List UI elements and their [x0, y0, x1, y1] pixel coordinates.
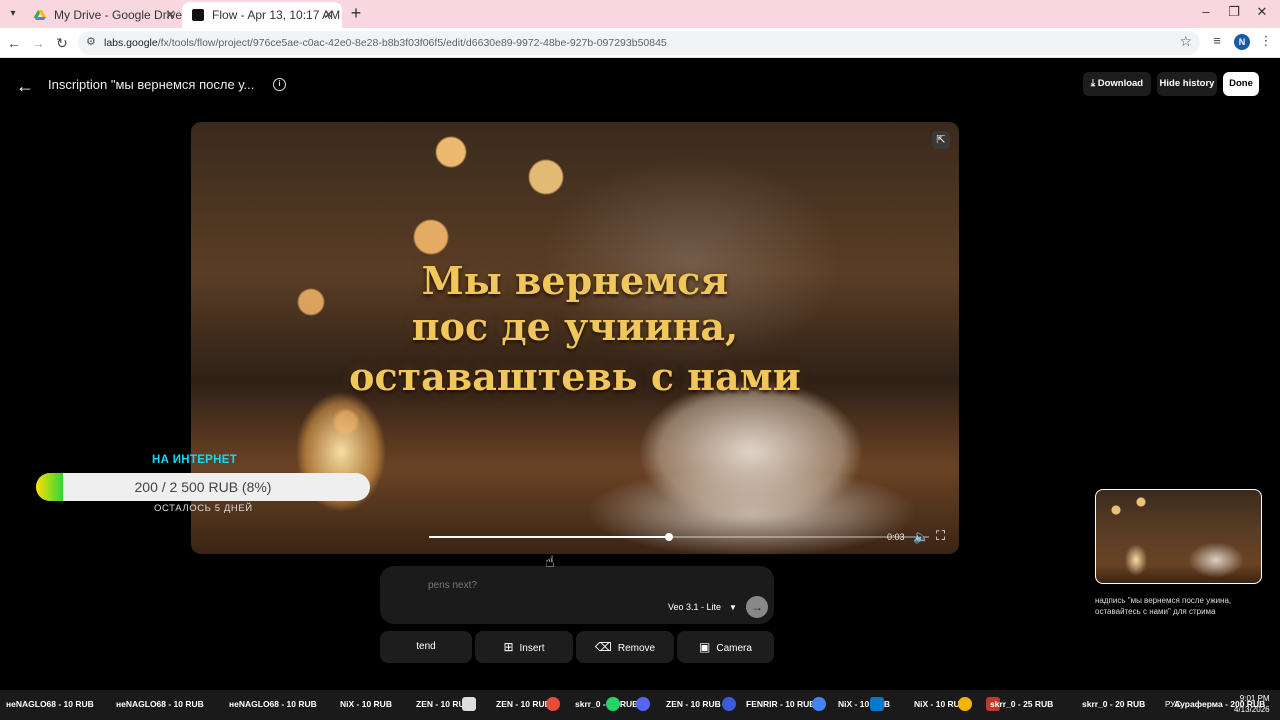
chevron-down-icon: ▼	[729, 603, 737, 612]
whatsapp-icon[interactable]	[606, 697, 620, 711]
video-time: 0:03	[887, 532, 905, 542]
discord-icon[interactable]	[636, 697, 650, 711]
restore-icon[interactable]: ❐	[1224, 4, 1244, 20]
tab-google-drive[interactable]: My Drive - Google Drive ✕	[24, 2, 184, 28]
info-icon[interactable]: i	[273, 78, 286, 91]
taskbar-donation-label: skrr_0 - 25 RUB	[990, 699, 1054, 709]
browser-toolbar: ← → ↻ ⚙ labs.google/fx/tools/flow/projec…	[0, 28, 1280, 58]
model-select[interactable]: Veo 3.1 - Lite ▼	[668, 602, 737, 612]
taskbar-donation-label: skrr_0 - 20 RUB	[1082, 699, 1146, 709]
hide-history-button[interactable]: Hide history	[1157, 72, 1217, 96]
taskbar-donation-label: NiX - 10 RUB	[340, 699, 392, 709]
chrome-icon[interactable]	[958, 697, 972, 711]
donation-goal-text: 200 / 2 500 RUB (8%)	[134, 479, 272, 495]
close-tab-icon[interactable]: ✕	[165, 2, 176, 28]
forward-icon[interactable]: →	[28, 33, 48, 53]
history-thumbnail[interactable]	[1095, 489, 1262, 584]
done-button[interactable]: Done	[1223, 72, 1259, 96]
donation-heading: НА ИНТЕРНЕТ	[152, 454, 238, 466]
history-caption: надпись "мы вернемся после ужина, остава…	[1095, 596, 1232, 616]
browser-tab-strip: ▾ My Drive - Google Drive ✕ Flow - Apr 1…	[0, 0, 1280, 28]
donation-goal-bar: 200 / 2 500 RUB (8%)	[36, 473, 370, 501]
back-icon[interactable]: ←	[4, 33, 24, 53]
chrome-icon[interactable]	[812, 697, 826, 711]
tab-title: My Drive - Google Drive	[54, 8, 183, 22]
webcam-feed	[0, 478, 430, 720]
tab-flow[interactable]: Flow - Apr 13, 10:17 AM ✕	[182, 2, 342, 28]
prompt-box[interactable]: pens next? Veo 3.1 - Lite ▼ →	[380, 566, 774, 624]
minimize-icon[interactable]: –	[1196, 4, 1216, 19]
vscode-icon[interactable]	[870, 697, 884, 711]
camera-button[interactable]: ▣ Camera	[677, 631, 774, 663]
volume-icon[interactable]: 🔈	[913, 529, 929, 545]
flow-icon	[192, 9, 204, 21]
taskbar-donation-label: FENRIR - 10 RUB	[746, 699, 816, 709]
taskbar-donation-label: ZEN - 10 RUB	[496, 699, 551, 709]
taskbar-donation-label: неNAGLO68 - 10 RUB	[6, 699, 94, 709]
chrome-icon[interactable]	[546, 697, 560, 711]
tab-title: Flow - Apr 13, 10:17 AM	[212, 8, 341, 22]
close-window-icon[interactable]: ✕	[1252, 4, 1272, 20]
video-progress-fill	[429, 536, 669, 538]
close-tab-icon[interactable]: ✕	[323, 2, 334, 28]
avatar[interactable]: N	[1234, 34, 1250, 50]
system-clock[interactable]: 9:01 PM 4/13/2026	[1234, 693, 1270, 715]
prompt-placeholder: pens next?	[428, 580, 477, 591]
video-overlay-line: Мы вернемся	[421, 258, 729, 303]
insert-icon: ⊞	[503, 640, 514, 654]
url-text: labs.google/fx/tools/flow/project/976ce5…	[104, 37, 667, 49]
back-arrow-icon[interactable]: ←	[16, 76, 34, 97]
taskbar-donation-label: ZEN - 10 RUB	[666, 699, 721, 709]
tab-search-icon[interactable]: ▾	[4, 5, 22, 23]
new-tab-icon[interactable]: +	[346, 3, 366, 24]
reload-icon[interactable]: ↻	[52, 33, 72, 53]
taskbar-donation-label: неNAGLO68 - 10 RUB	[116, 699, 204, 709]
download-icon: ⤓	[1090, 78, 1098, 89]
hand-cursor-icon: ☝	[545, 554, 555, 571]
taskbar: неNAGLO68 - 10 RUB неNAGLO68 - 10 RUB не…	[0, 690, 1280, 720]
eraser-icon: ⌫	[594, 640, 612, 654]
insert-button[interactable]: ⊞ Insert	[475, 631, 573, 663]
open-frame-icon[interactable]: ⇱	[932, 131, 950, 149]
taskbar-donation-label: неNAGLO68 - 10 RUB	[229, 699, 317, 709]
donation-days-left: ОСТАЛОСЬ 5 ДНЕЙ	[154, 503, 253, 514]
page-title: Inscription "мы вернемся после у...	[48, 77, 255, 92]
site-info-icon[interactable]: ⚙	[86, 35, 100, 49]
video-overlay-line: оставаштевь с нами	[349, 354, 801, 399]
address-bar[interactable]: ⚙ labs.google/fx/tools/flow/project/976c…	[78, 31, 1200, 55]
reading-list-icon[interactable]: ≡	[1207, 33, 1227, 48]
stream-overlay: НА ИНТЕРНЕТ 200 / 2 500 RUB (8%) ОСТАЛОС…	[0, 452, 430, 720]
fullscreen-icon[interactable]: ⛶	[936, 528, 950, 544]
bookmark-star-icon[interactable]: ☆	[1179, 33, 1192, 50]
video-overlay-line: пос де учиина,	[411, 304, 739, 349]
video-progress-bar[interactable]	[429, 533, 929, 541]
google-drive-icon	[34, 10, 46, 20]
video-progress-knob[interactable]	[665, 533, 673, 541]
menu-kebab-icon[interactable]: ⋮	[1256, 33, 1276, 49]
app-icon[interactable]	[722, 697, 736, 711]
remove-button[interactable]: ⌫ Remove	[576, 631, 674, 663]
camera-icon: ▣	[699, 640, 711, 654]
app-icon[interactable]	[462, 697, 476, 711]
download-button[interactable]: ⤓ Download	[1083, 72, 1151, 96]
send-arrow-icon[interactable]: →	[746, 596, 768, 618]
